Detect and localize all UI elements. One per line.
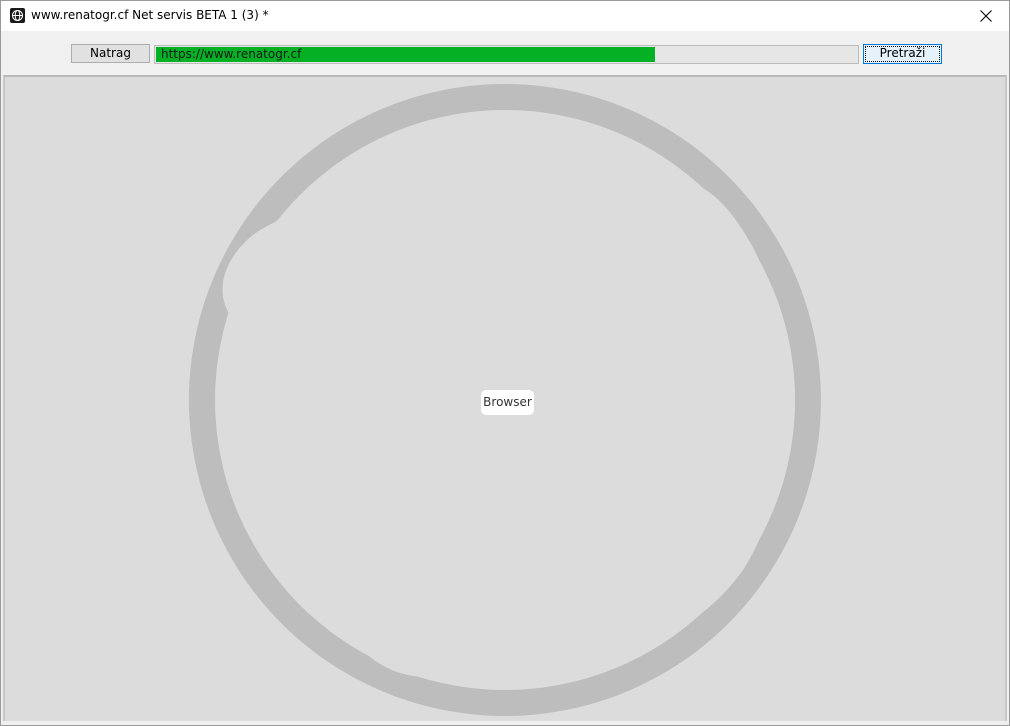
title-bar[interactable]: www.renatogr.cf Net servis BETA 1 (3) * — [1, 1, 1009, 31]
address-bar[interactable]: https://www.renatogr.cf — [154, 45, 859, 64]
globe-icon — [10, 8, 25, 23]
back-button[interactable]: Natrag — [71, 44, 150, 63]
address-input[interactable]: https://www.renatogr.cf — [161, 46, 301, 63]
browser-view[interactable]: Browser — [3, 75, 1007, 721]
close-button[interactable] — [963, 1, 1009, 31]
browser-placeholder-label: Browser — [481, 390, 534, 415]
window-title: www.renatogr.cf Net servis BETA 1 (3) * — [31, 8, 269, 22]
close-icon — [980, 10, 992, 22]
search-button[interactable]: Pretraži — [863, 44, 942, 64]
app-window: www.renatogr.cf Net servis BETA 1 (3) * … — [0, 0, 1010, 726]
navigation-toolbar: Natrag https://www.renatogr.cf Pretraži — [1, 31, 1009, 73]
